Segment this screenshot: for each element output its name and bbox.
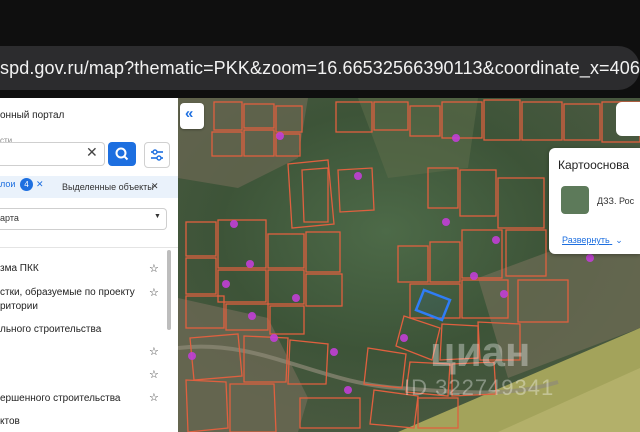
layer-item-label[interactable]: ритории [0,301,38,312]
address-bar-url[interactable]: spd.gov.ru/map?thematic=PKK&zoom=16.6653… [0,58,640,79]
dropdown-arrow-icon: ▼ [154,213,161,220]
sidebar-content: онный портал сти ✕ лои 4 ✕ Выделенные об… [0,98,178,432]
search-icon [115,147,129,161]
watermark-logo: циан [430,328,531,375]
layers-chip-close-icon[interactable]: ✕ [36,179,44,190]
selected-objects-chip[interactable]: Выделенные объекты [62,182,154,192]
double-chevron-left-icon[interactable]: « [185,105,193,122]
clear-search-icon[interactable]: ✕ [86,144,98,161]
basemap-panel-title: Картооснова [558,158,629,172]
layer-item-label[interactable]: ктов [0,416,20,427]
search-button[interactable] [108,142,136,166]
basemap-thumbnail[interactable] [561,186,589,214]
favorite-star-icon[interactable]: ☆ [149,345,159,358]
map-side-tab[interactable] [616,102,640,136]
portal-title: онный портал [0,110,65,121]
layer-item-label[interactable]: ершенного строительства [0,393,120,404]
favorite-star-icon[interactable]: ☆ [149,262,159,275]
favorite-star-icon[interactable]: ☆ [149,391,159,404]
basemap-select-value: арта [0,213,19,223]
basemap-item-label[interactable]: ДЗЗ. Рос [597,196,634,206]
layer-item-label[interactable]: льного строительства [0,324,101,335]
basemap-select[interactable] [0,208,167,230]
layer-item-label[interactable]: стки, образуемые по проекту [0,287,135,298]
sliders-icon [151,149,163,161]
expand-label: Развернуть [562,235,610,245]
selected-chip-close-icon[interactable]: ✕ [151,181,159,192]
favorite-star-icon[interactable]: ☆ [149,286,159,299]
favorite-star-icon[interactable]: ☆ [149,368,159,381]
divider [0,247,178,248]
sidebar-scrollbar[interactable] [167,250,171,330]
expand-link[interactable]: Развернуть ⌄ [562,235,623,246]
layer-item-label[interactable]: зма ПКК [0,263,39,274]
layers-count-badge: 4 [20,178,33,191]
layers-chip-label[interactable]: лои [0,179,15,189]
chevron-down-icon: ⌄ [615,235,623,245]
filter-settings-button[interactable] [144,142,170,168]
watermark-id: ID 322749341 [404,375,555,400]
